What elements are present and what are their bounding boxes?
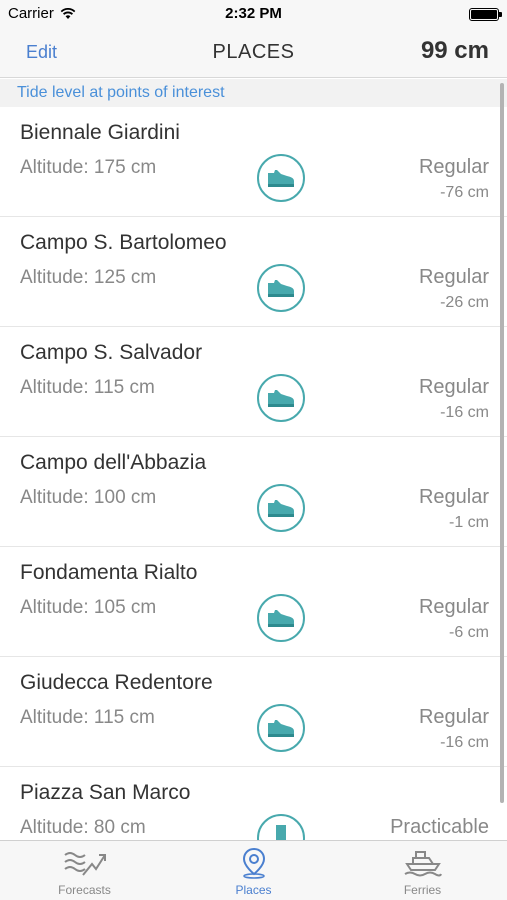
battery-icon: [469, 8, 502, 21]
list-item[interactable]: Giudecca Redentore Altitude: 115 cm Regu…: [0, 657, 507, 767]
scrollbar[interactable]: [500, 83, 504, 803]
forecasts-icon: [63, 852, 106, 876]
shoe-icon: [257, 154, 305, 202]
place-altitude: Altitude: 115 cm: [20, 377, 155, 398]
place-name: Fondamenta Rialto: [20, 561, 198, 584]
place-altitude: Altitude: 125 cm: [20, 267, 157, 288]
place-altitude: Altitude: 80 cm: [20, 817, 146, 838]
place-name: Giudecca Redentore: [20, 671, 213, 694]
place-name: Biennale Giardini: [20, 121, 180, 144]
place-name: Piazza San Marco: [20, 781, 191, 804]
ferry-icon: [403, 851, 442, 877]
tab-ferries[interactable]: Ferries: [338, 847, 507, 900]
shoe-icon: [257, 264, 305, 312]
place-altitude: Altitude: 100 cm: [20, 487, 157, 508]
level-difference: -1 cm: [449, 514, 489, 531]
current-tide-level: 99 cm: [420, 37, 489, 64]
place-altitude: Altitude: 175 cm: [20, 157, 157, 178]
status-bar: Carrier 2:32 PM: [0, 0, 507, 28]
place-name: Campo S. Bartolomeo: [20, 231, 227, 254]
section-header-label: Tide level at points of interest: [17, 84, 225, 101]
shoe-icon: [257, 594, 305, 642]
section-header: Tide level at points of interest: [0, 79, 507, 107]
walk-status: Regular: [418, 266, 489, 288]
shoe-icon: [257, 704, 305, 752]
status-time: 2:32 PM: [225, 5, 282, 22]
level-difference: -6 cm: [449, 624, 489, 641]
shoe-icon: [257, 374, 305, 422]
shoe-icon: [257, 484, 305, 532]
list-item[interactable]: Campo S. Bartolomeo Altitude: 125 cm Reg…: [0, 217, 507, 327]
place-altitude: Altitude: 115 cm: [20, 707, 155, 728]
walk-status: Regular: [418, 706, 489, 728]
tab-places[interactable]: Places: [169, 847, 338, 900]
boot-icon: [257, 814, 305, 840]
tab-ferries-label: Ferries: [403, 883, 442, 897]
tab-bar: Forecasts Places Ferries: [0, 840, 507, 900]
level-difference: -26 cm: [440, 294, 489, 311]
list-item[interactable]: Biennale Giardini Altitude: 175 cm Regul…: [0, 107, 507, 217]
list-item[interactable]: Piazza San Marco Altitude: 80 cm Practic…: [0, 767, 507, 840]
walk-status: Regular: [418, 596, 489, 618]
places-list[interactable]: Biennale Giardini Altitude: 175 cm Regul…: [0, 107, 507, 840]
tab-places-label: Places: [235, 883, 272, 897]
place-name: Campo dell'Abbazia: [20, 451, 207, 474]
list-item[interactable]: Campo S. Salvador Altitude: 115 cm Regul…: [0, 327, 507, 437]
walk-status: Regular: [418, 376, 489, 398]
tab-forecasts-label: Forecasts: [58, 883, 111, 897]
level-difference: -76 cm: [440, 184, 489, 201]
place-name: Campo S. Salvador: [20, 341, 203, 364]
walk-status: Practicable: [390, 816, 489, 838]
nav-bar: Edit PLACES 99 cm: [0, 28, 507, 78]
level-difference: -16 cm: [440, 734, 489, 751]
level-difference: -16 cm: [440, 404, 489, 421]
list-item[interactable]: Fondamenta Rialto Altitude: 105 cm Regul…: [0, 547, 507, 657]
tab-forecasts[interactable]: Forecasts: [0, 847, 169, 900]
location-pin-icon: [242, 847, 265, 879]
place-altitude: Altitude: 105 cm: [20, 597, 157, 618]
list-item[interactable]: Campo dell'Abbazia Altitude: 100 cm Regu…: [0, 437, 507, 547]
walk-status: Regular: [418, 486, 489, 508]
walk-status: Regular: [418, 156, 489, 178]
